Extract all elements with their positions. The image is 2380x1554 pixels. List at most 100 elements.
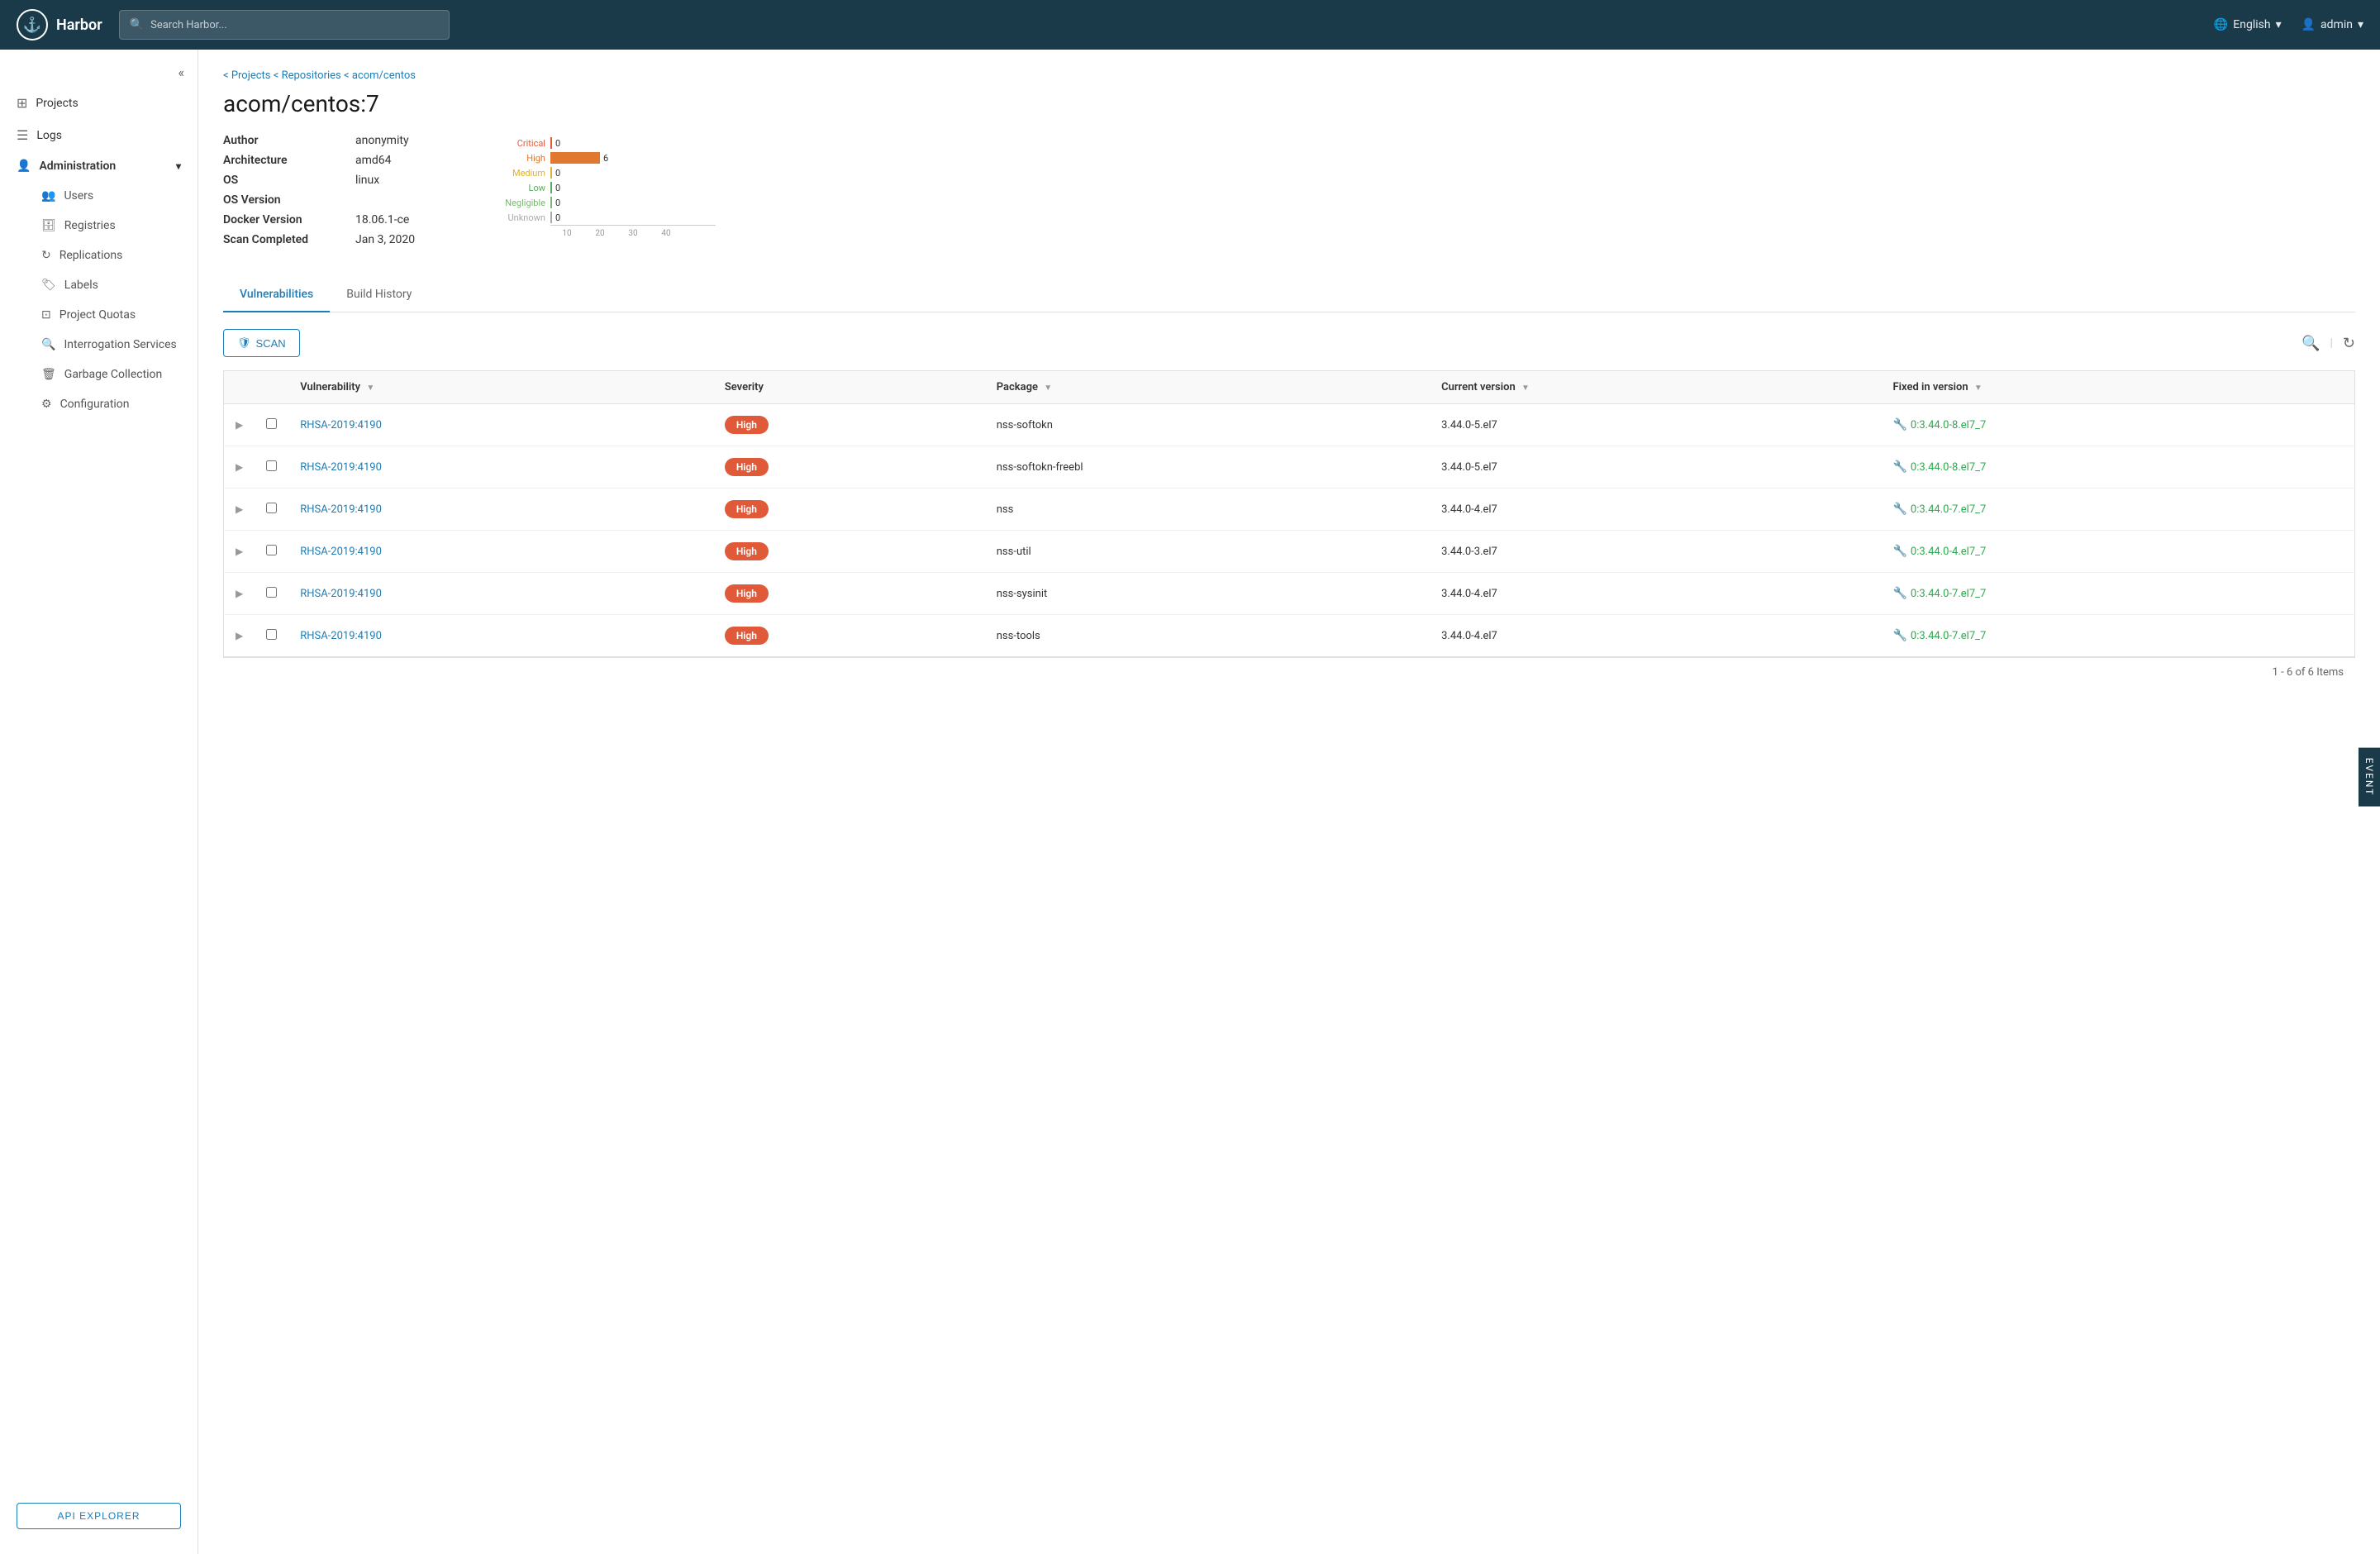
sidebar-item-registries[interactable]: 🗄 Registries [17,211,198,241]
expand-icon[interactable]: ▶ [236,630,243,641]
sidebar-item-administration[interactable]: 👤 Administration ▾ [0,151,198,181]
row-checkbox[interactable] [266,629,277,640]
scan-button[interactable]: 🛡 SCAN [223,329,300,357]
user-menu[interactable]: 👤 admin ▾ [2301,18,2363,31]
breadcrumb[interactable]: < Projects < Repositories < acom/centos [223,69,2355,82]
vulnerability-link[interactable]: RHSA-2019:4190 [300,588,382,600]
fixed-version-link[interactable]: 0:3.44.0-7.el7_7 [1911,588,1986,600]
severity-cell: High [713,404,985,446]
sort-icon: ▼ [1974,384,1983,393]
app-name: Harbor [56,17,102,34]
checkbox-cell[interactable] [255,573,288,615]
sidebar-item-configuration[interactable]: ⚙ Configuration [17,389,198,419]
api-explorer-button[interactable]: API EXPLORER [17,1503,181,1529]
sidebar-item-projects[interactable]: ⊞ Projects [0,87,198,119]
fixed-version-link[interactable]: 0:3.44.0-8.el7_7 [1911,419,1986,431]
sidebar-item-garbage-collection[interactable]: 🗑 Garbage Collection [17,360,198,389]
expand-icon[interactable]: ▶ [236,419,243,431]
sidebar-item-logs[interactable]: ☰ Logs [0,119,198,151]
row-checkbox[interactable] [266,545,277,555]
breadcrumb-image[interactable]: < acom/centos [344,69,416,82]
expand-icon[interactable]: ▶ [236,588,243,599]
checkbox-cell[interactable] [255,446,288,489]
package-cell: nss-softokn-freebl [985,446,1430,489]
fixed-version-link[interactable]: 0:3.44.0-7.el7_7 [1911,630,1986,642]
current-version: 3.44.0-5.el7 [1441,419,1497,431]
chart-label: Low [488,183,545,193]
table-row: ▶ RHSA-2019:4190 High nss-sysinit 3.44.0… [224,573,2355,615]
expand-icon[interactable]: ▶ [236,461,243,473]
fixed-version: 🔧0:3.44.0-4.el7_7 [1892,545,2343,558]
checkbox-cell[interactable] [255,404,288,446]
chart-axis-20: 20 [583,229,616,238]
expand-icon[interactable]: ▶ [236,503,243,515]
quotas-icon: ⊡ [41,308,51,322]
tab-build-history[interactable]: Build History [330,278,428,312]
current-version-cell: 3.44.0-5.el7 [1430,404,1881,446]
expand-cell[interactable]: ▶ [224,446,255,489]
col-current-version-label: Current version [1441,381,1516,393]
sidebar-item-replications[interactable]: ↻ Replications [17,241,198,270]
row-checkbox[interactable] [266,587,277,598]
col-package[interactable]: Package ▼ [985,371,1430,404]
tab-vulnerabilities[interactable]: Vulnerabilities [223,278,330,312]
checkbox-cell[interactable] [255,615,288,657]
checkbox-cell[interactable] [255,531,288,573]
fixed-version: 🔧0:3.44.0-8.el7_7 [1892,460,2343,474]
sidebar-item-project-quotas[interactable]: ⊡ Project Quotas [17,300,198,330]
fixed-version-link[interactable]: 0:3.44.0-7.el7_7 [1911,503,1986,516]
vulnerability-link[interactable]: RHSA-2019:4190 [300,419,382,431]
chart-count: 6 [603,153,608,164]
info-row-os-version: OS Version [223,193,455,207]
col-fixed-version[interactable]: Fixed in version ▼ [1881,371,2354,404]
search-bar[interactable]: 🔍 Search Harbor... [119,10,450,40]
breadcrumb-repositories[interactable]: < Repositories [274,69,341,82]
vulnerability-link[interactable]: RHSA-2019:4190 [300,630,382,642]
row-checkbox[interactable] [266,503,277,513]
expand-cell[interactable]: ▶ [224,404,255,446]
chart-bar [550,197,552,208]
row-checkbox[interactable] [266,418,277,429]
chart-count: 0 [555,212,560,223]
scan-button-label: SCAN [256,337,286,350]
expand-cell[interactable]: ▶ [224,573,255,615]
table-row: ▶ RHSA-2019:4190 High nss-softokn 3.44.0… [224,404,2355,446]
vulnerability-link[interactable]: RHSA-2019:4190 [300,503,382,516]
fixed-version-link[interactable]: 0:3.44.0-4.el7_7 [1911,546,1986,558]
fixed-version: 🔧0:3.44.0-8.el7_7 [1892,418,2343,431]
labels-icon: 🏷 [41,279,56,292]
language-selector[interactable]: 🌐 English ▾ [2214,18,2282,31]
table-row: ▶ RHSA-2019:4190 High nss-util 3.44.0-3.… [224,531,2355,573]
vulnerability-link[interactable]: RHSA-2019:4190 [300,461,382,474]
event-tab[interactable]: EVENT [2359,748,2380,807]
sidebar-collapse-button[interactable]: « [0,58,198,87]
search-button[interactable]: 🔍 [2301,335,2320,352]
col-vulnerability[interactable]: Vulnerability ▼ [288,371,713,404]
sidebar-item-label: Logs [36,129,62,142]
expand-icon[interactable]: ▶ [236,546,243,557]
sidebar-item-labels[interactable]: 🏷 Labels [17,270,198,300]
vulnerability-link[interactable]: RHSA-2019:4190 [300,546,382,558]
chart-row-medium: Medium 0 [488,167,716,179]
sidebar: « ⊞ Projects ☰ Logs 👤 Administration ▾ 👥… [0,50,198,1554]
row-checkbox[interactable] [266,460,277,471]
sidebar-item-interrogation-services[interactable]: 🔍 Interrogation Services [17,330,198,360]
app-logo[interactable]: ⚓ Harbor [17,9,102,41]
refresh-button[interactable]: ↻ [2343,335,2355,352]
package-name: nss-softokn [997,419,1053,431]
fixed-version-link[interactable]: 0:3.44.0-8.el7_7 [1911,461,1986,474]
search-icon: 🔍 [130,18,144,31]
expand-cell[interactable]: ▶ [224,531,255,573]
package-name: nss-sysinit [997,588,1048,600]
package-name: nss-tools [997,630,1040,642]
checkbox-cell[interactable] [255,489,288,531]
current-version-cell: 3.44.0-3.el7 [1430,531,1881,573]
expand-cell[interactable]: ▶ [224,489,255,531]
main-layout: « ⊞ Projects ☰ Logs 👤 Administration ▾ 👥… [0,50,2380,1554]
expand-cell[interactable]: ▶ [224,615,255,657]
content-tabs: Vulnerabilities Build History [223,278,2355,312]
sidebar-item-users[interactable]: 👥 Users [17,181,198,211]
col-current-version[interactable]: Current version ▼ [1430,371,1881,404]
breadcrumb-projects[interactable]: < Projects [223,69,271,82]
info-row-os: OS linux [223,174,455,187]
